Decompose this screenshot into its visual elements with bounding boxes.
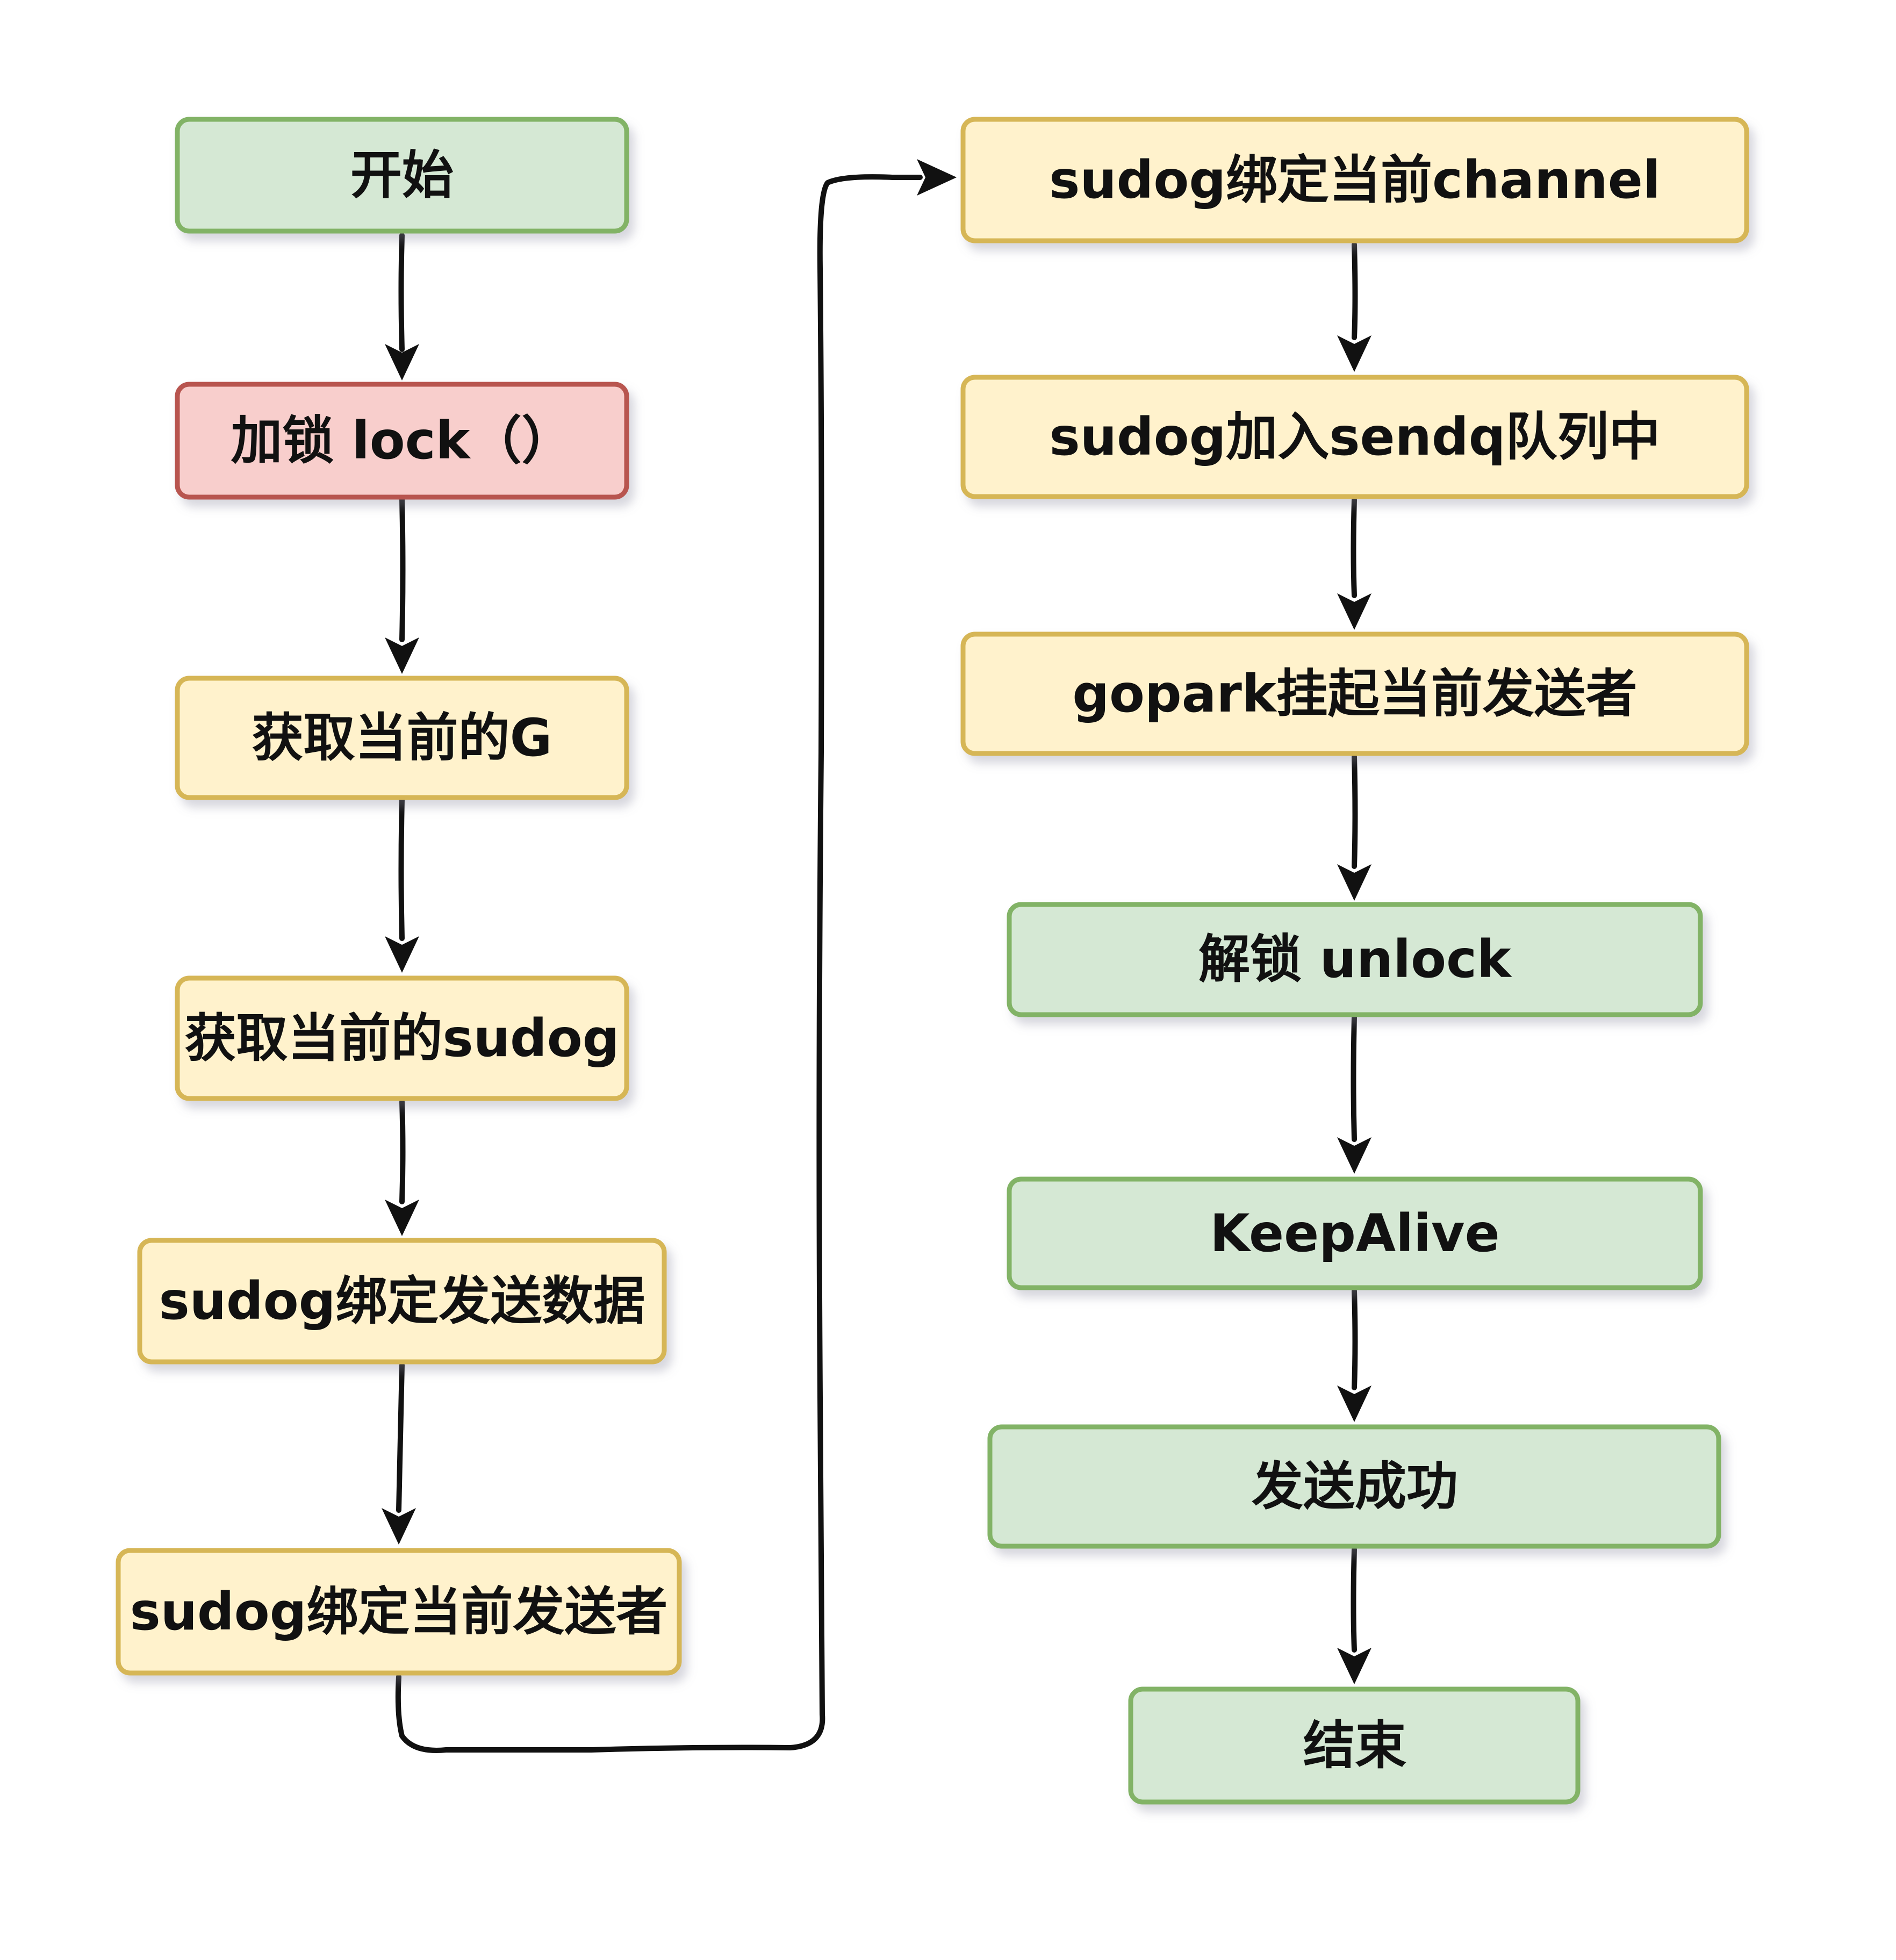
node-bind-channel: sudog绑定当前channel	[960, 117, 1749, 243]
node-lock: 加锁 lock（）	[175, 382, 629, 500]
node-bind-sender: sudog绑定当前发送者	[116, 1548, 682, 1676]
edge-lock-to-get-g	[385, 496, 419, 674]
node-enqueue: sudog加入sendq队列中	[960, 375, 1749, 499]
flowchart-canvas: 开始 加锁 lock（） 获取当前的G 获取当前的sudog sudog绑定发送…	[116, 117, 1749, 1805]
node-get-sudog-label: 获取当前的sudog	[185, 1008, 620, 1068]
node-success: 发送成功	[987, 1424, 1721, 1549]
node-keepalive: KeepAlive	[1007, 1176, 1703, 1290]
node-gopark: gopark挂起当前发送者	[960, 631, 1749, 756]
node-get-g: 获取当前的G	[175, 676, 629, 800]
node-unlock: 解锁 unlock	[1007, 902, 1703, 1017]
node-get-sudog: 获取当前的sudog	[175, 975, 629, 1101]
node-bind-sender-label: sudog绑定当前发送者	[130, 1582, 668, 1642]
edge-gopark-to-unlock	[1337, 754, 1371, 901]
edge-enqueue-to-gopark	[1337, 497, 1371, 630]
node-success-label: 发送成功	[1252, 1456, 1458, 1517]
node-bind-data: sudog绑定发送数据	[137, 1238, 667, 1365]
edge-success-to-end	[1337, 1547, 1371, 1684]
node-lock-label: 加锁 lock（）	[231, 411, 573, 471]
edge-get-sudog-to-bind-data	[385, 1099, 419, 1236]
node-unlock-label: 解锁 unlock	[1198, 929, 1512, 989]
edge-keepalive-to-success	[1337, 1288, 1371, 1422]
edge-bind-channel-to-enqueue	[1337, 242, 1371, 372]
edge-get-g-to-get-sudog	[385, 797, 419, 973]
edge-start-to-lock	[385, 233, 419, 380]
node-bind-channel-label: sudog绑定当前channel	[1049, 150, 1661, 210]
edge-unlock-to-keepalive	[1337, 1015, 1371, 1174]
node-enqueue-label: sudog加入sendq队列中	[1050, 407, 1661, 467]
node-gopark-label: gopark挂起当前发送者	[1072, 664, 1637, 724]
node-get-g-label: 获取当前的G	[252, 708, 552, 768]
edge-bind-data-to-bind-sender	[382, 1362, 416, 1545]
node-start: 开始	[175, 117, 629, 234]
node-end-label: 结束	[1303, 1715, 1406, 1776]
node-end: 结束	[1128, 1686, 1581, 1805]
node-start-label: 开始	[350, 145, 454, 205]
node-keepalive-label: KeepAlive	[1210, 1203, 1499, 1263]
node-bind-data-label: sudog绑定发送数据	[159, 1271, 645, 1331]
